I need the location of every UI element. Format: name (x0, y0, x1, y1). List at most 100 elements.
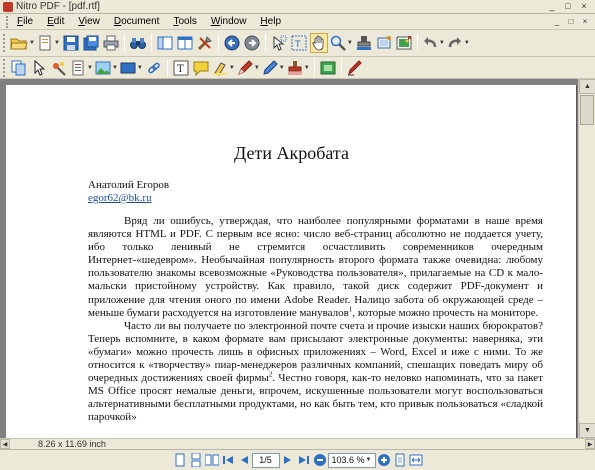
first-page-icon (222, 456, 233, 464)
undo-button[interactable]: ▼ (422, 33, 445, 53)
links-button[interactable]: ▼ (70, 58, 93, 78)
fit-page-button[interactable] (393, 452, 407, 468)
forward-button[interactable] (243, 33, 261, 53)
chevron-down-icon[interactable]: ▼ (366, 457, 372, 463)
touchup-button[interactable] (50, 58, 68, 78)
back-button[interactable] (223, 33, 241, 53)
open-button[interactable]: ▼ (10, 33, 35, 53)
find-button[interactable] (129, 33, 147, 53)
zoom-level-select[interactable]: 103.6 % ▼ (327, 452, 376, 468)
zoom-in-icon (377, 454, 390, 466)
highlight-button[interactable]: ▼ (212, 58, 235, 78)
menu-tools[interactable]: Tools (173, 16, 196, 27)
chevron-down-icon[interactable]: ▼ (54, 40, 60, 46)
scroll-right-button[interactable]: ▶ (585, 439, 595, 449)
menu-file[interactable]: File (17, 16, 33, 27)
hand-tool-button[interactable] (309, 33, 328, 53)
chevron-down-icon[interactable]: ▼ (464, 40, 470, 46)
facing-view-button[interactable] (204, 452, 219, 468)
hand-icon (312, 35, 324, 51)
chevron-down-icon[interactable]: ▼ (137, 65, 143, 71)
menu-view[interactable]: View (78, 16, 100, 27)
horizontal-scrollbar[interactable]: ◀ 8.26 x 11.69 inch ▶ (0, 438, 595, 449)
next-page-button[interactable] (281, 452, 295, 468)
toolbar-grip[interactable] (3, 34, 6, 52)
save-all-button[interactable] (82, 33, 100, 53)
maximize-button[interactable]: □ (561, 1, 575, 12)
picture-icon (95, 61, 111, 74)
save-button[interactable] (62, 33, 80, 53)
document-workspace[interactable]: Дети Акробата Анатолий Егоров egor62@bk.… (0, 79, 595, 438)
scroll-thumb[interactable] (580, 95, 594, 125)
paragraph: Часто ли вы получаете по электронной поч… (88, 320, 543, 425)
fit-width-button[interactable] (409, 452, 423, 468)
columns-button[interactable] (176, 33, 194, 53)
menu-window[interactable]: Window (211, 16, 247, 27)
image-button[interactable]: ▼ (95, 58, 118, 78)
vertical-scrollbar[interactable]: ▲ ▼ (578, 79, 595, 438)
zoom-in-button[interactable] (377, 452, 391, 468)
single-page-view-button[interactable] (173, 452, 187, 468)
author-email-link[interactable]: egor62@bk.ru (88, 192, 152, 204)
markup-button[interactable]: ▼ (237, 58, 260, 78)
link-button[interactable] (145, 58, 163, 78)
toolbar-separator (313, 58, 315, 77)
new-button[interactable]: ▼ (37, 33, 60, 53)
chevron-down-icon[interactable]: ▼ (304, 65, 310, 71)
zoom-button[interactable]: ▼ (330, 33, 353, 53)
paragraph-text: Вряд ли ошибусь, утверждая, что наиболее… (88, 215, 543, 319)
note-button[interactable] (192, 58, 210, 78)
doc-close-button[interactable]: × (579, 16, 591, 28)
crop-button[interactable] (375, 33, 393, 53)
snapshot-button[interactable]: T (290, 33, 308, 53)
scroll-left-button[interactable]: ◀ (0, 439, 10, 449)
menu-document[interactable]: Document (114, 16, 160, 27)
chevron-down-icon[interactable]: ▼ (254, 65, 260, 71)
chevron-down-icon[interactable]: ▼ (87, 65, 93, 71)
sign-button[interactable] (346, 58, 364, 78)
edit-pages-button[interactable] (10, 58, 28, 78)
navigation-bar: 1/5 103.6 % ▼ (0, 449, 595, 470)
print-button[interactable] (102, 33, 120, 53)
attach-button[interactable] (319, 58, 337, 78)
page-layout-button[interactable] (156, 33, 174, 53)
redo-icon (448, 37, 461, 48)
chevron-down-icon[interactable]: ▼ (439, 40, 445, 46)
chevron-down-icon[interactable]: ▼ (229, 65, 235, 71)
previous-page-button[interactable] (237, 452, 251, 468)
stamp-button[interactable] (355, 33, 373, 53)
shape-button[interactable]: ▼ (120, 58, 143, 78)
menubar-grip[interactable] (6, 15, 9, 28)
highlighter-icon (212, 61, 227, 76)
scroll-down-button[interactable]: ▼ (579, 423, 595, 438)
redo-button[interactable]: ▼ (447, 33, 470, 53)
select-object-button[interactable] (30, 58, 48, 78)
pencil-button[interactable]: ▼ (262, 58, 285, 78)
chevron-down-icon[interactable]: ▼ (29, 40, 35, 46)
menu-help[interactable]: Help (260, 16, 281, 27)
last-page-button[interactable] (297, 452, 311, 468)
scroll-up-button[interactable]: ▲ (579, 79, 595, 94)
fit-page-icon (395, 453, 404, 467)
stamp-tool-button[interactable]: ▼ (287, 58, 310, 78)
first-page-button[interactable] (221, 452, 235, 468)
text-box-button[interactable]: T (172, 58, 190, 78)
menu-edit[interactable]: Edit (47, 16, 64, 27)
minimize-button[interactable]: _ (545, 1, 559, 12)
pdf-page[interactable]: Дети Акробата Анатолий Егоров egor62@bk.… (6, 85, 577, 438)
zoom-out-button[interactable] (313, 452, 327, 468)
close-button[interactable]: × (577, 1, 591, 12)
toolbar-grip[interactable] (3, 58, 6, 77)
chain-link-icon (148, 62, 160, 73)
attachment-image-icon (320, 61, 336, 74)
properties-button[interactable] (196, 33, 214, 53)
select-text-button[interactable] (270, 33, 288, 53)
doc-minimize-button[interactable]: _ (551, 16, 563, 28)
chevron-down-icon[interactable]: ▼ (112, 65, 118, 71)
chevron-down-icon[interactable]: ▼ (347, 40, 353, 46)
doc-restore-button[interactable]: □ (565, 16, 577, 28)
chevron-down-icon[interactable]: ▼ (279, 65, 285, 71)
continuous-view-button[interactable] (189, 452, 203, 468)
insert-image-button[interactable] (395, 33, 413, 53)
page-number-input[interactable]: 1/5 (251, 452, 280, 468)
